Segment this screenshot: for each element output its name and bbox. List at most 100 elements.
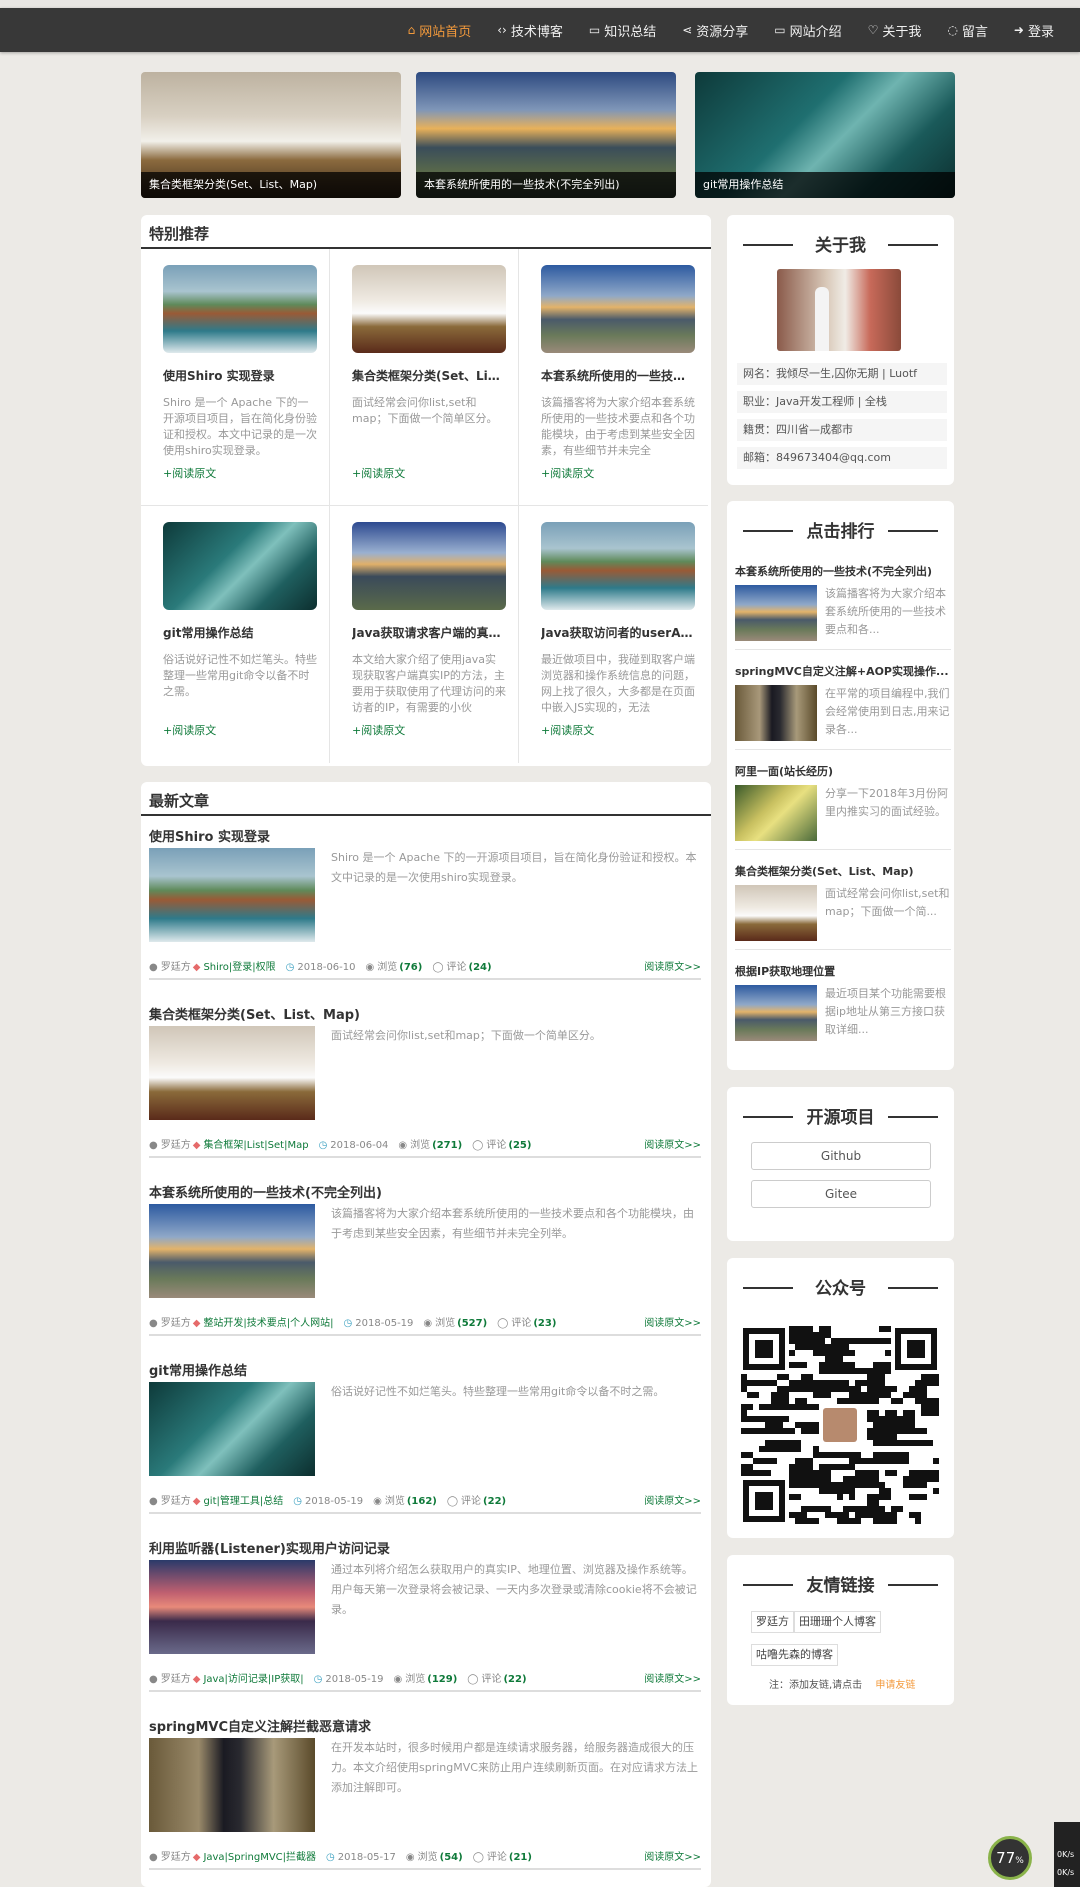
about-card: 关于我 网名：我倾尽一生,囚你无期 | Luotf 职业：Java开发工程师 | … xyxy=(727,215,954,485)
article-thumbnail[interactable] xyxy=(149,848,315,942)
date-icon: ◷ xyxy=(343,1318,353,1329)
recommend-title[interactable]: git常用操作总结 xyxy=(163,624,317,641)
read-more-link[interactable]: +阅读原文 xyxy=(163,465,216,481)
read-more-link[interactable]: +阅读原文 xyxy=(352,722,405,738)
date-icon: ◷ xyxy=(293,1496,302,1507)
nav-item[interactable]: ‹› 技术博客 xyxy=(497,21,563,40)
views-icon: ◉ xyxy=(373,1496,382,1507)
section-divider xyxy=(141,814,711,816)
recommend-thumbnail[interactable] xyxy=(352,265,506,353)
apply-link[interactable]: 申请友链 xyxy=(875,1680,915,1691)
recommend-title[interactable]: 集合类框架分类(Set、List... xyxy=(352,367,506,384)
article-title[interactable]: springMVC自定义注解拦截恶意请求 xyxy=(149,1716,371,1735)
article-tags[interactable]: 集合框架|List|Set|Map xyxy=(203,1140,308,1151)
article-title[interactable]: 使用Shiro 实现登录 xyxy=(149,826,270,845)
article-date: 2018-06-10 xyxy=(297,962,356,973)
article-tags[interactable]: Java|访问记录|IP获取| xyxy=(203,1674,303,1685)
ranking-title[interactable]: springMVC自定义注解+AOP实现操作... xyxy=(735,663,950,679)
recommend-item[interactable]: Java获取请求客户端的真实I... 本文给大家介绍了使用java实现获取客户端真… xyxy=(330,506,519,763)
article-thumbnail[interactable] xyxy=(149,1560,315,1654)
github-button[interactable]: Github xyxy=(751,1142,931,1170)
banner-3[interactable]: git常用操作总结 xyxy=(695,72,955,198)
views-icon: ◉ xyxy=(398,1140,408,1151)
article-title[interactable]: 利用监听器(Listener)实现用户访问记录 xyxy=(149,1538,390,1557)
avatar-figure xyxy=(815,287,829,351)
ranking-title[interactable]: 根据IP获取地理位置 xyxy=(735,963,950,979)
recommend-thumbnail[interactable] xyxy=(541,265,695,353)
recommend-item[interactable]: Java获取访问者的userAge... 最近做项目中，我碰到取客户端浏览器和操作… xyxy=(519,506,708,763)
article-thumbnail[interactable] xyxy=(149,1204,315,1298)
recommend-item[interactable]: 使用Shiro 实现登录 Shiro 是一个 Apache 下的一开源项目项目，旨… xyxy=(141,249,330,506)
article-thumbnail[interactable] xyxy=(149,1738,315,1832)
banner-1[interactable]: 集合类框架分类(Set、List、Map) xyxy=(141,72,401,198)
article-title[interactable]: 集合类框架分类(Set、List、Map) xyxy=(149,1004,360,1023)
recommend-item[interactable]: git常用操作总结 俗话说好记性不如烂笔头。特些整理一些常用git命令以备不时之需… xyxy=(141,506,330,763)
upload-speed: 0K/s xyxy=(1057,1850,1075,1859)
read-more-link[interactable]: 阅读原文>> xyxy=(644,1492,701,1507)
friend-link[interactable]: 田珊珊个人博客 xyxy=(794,1611,881,1633)
recommend-thumbnail[interactable] xyxy=(163,522,317,610)
nav-item[interactable]: ⋖ 资源分享 xyxy=(682,21,748,40)
ranking-thumbnail[interactable] xyxy=(735,785,817,841)
ranking-thumbnail[interactable] xyxy=(735,685,817,741)
ranking-card: 点击排行 本套系统所使用的一些技术(不完全列出) 该篇播客将为大家介绍本套系统所使… xyxy=(727,501,954,1070)
comments-count: (22) xyxy=(503,1674,527,1685)
read-more-link[interactable]: 阅读原文>> xyxy=(644,1314,701,1329)
banner-2[interactable]: 本套系统所使用的一些技术(不完全列出) xyxy=(416,72,676,198)
recommend-title[interactable]: 使用Shiro 实现登录 xyxy=(163,367,317,384)
article-title[interactable]: git常用操作总结 xyxy=(149,1360,247,1379)
gitee-button[interactable]: Gitee xyxy=(751,1180,931,1208)
article-tags[interactable]: git|管理工具|总结 xyxy=(203,1496,283,1507)
article-thumbnail[interactable] xyxy=(149,1026,315,1120)
recommend-title[interactable]: 本套系统所使用的一些技术(... xyxy=(541,367,695,384)
article-tags[interactable]: Java|SpringMVC|拦截器 xyxy=(203,1852,316,1863)
read-more-link[interactable]: 阅读原文>> xyxy=(644,958,701,973)
ranking-title[interactable]: 本套系统所使用的一些技术(不完全列出) xyxy=(735,563,950,579)
read-more-link[interactable]: +阅读原文 xyxy=(163,722,216,738)
recommend-item[interactable]: 本套系统所使用的一些技术(... 该篇播客将为大家介绍本套系统所使用的一些技术要点… xyxy=(519,249,708,506)
speed-badge[interactable]: 77% xyxy=(988,1836,1032,1880)
nav-item[interactable]: ⌂ 网站首页 xyxy=(408,21,472,40)
recommend-title[interactable]: Java获取请求客户端的真实I... xyxy=(352,624,506,641)
read-more-link[interactable]: +阅读原文 xyxy=(541,465,594,481)
recommend-thumbnail[interactable] xyxy=(163,265,317,353)
article-tags[interactable]: Shiro|登录|权限 xyxy=(203,962,275,973)
article-meta: ● 罗廷方 ◆ Java|SpringMVC|拦截器 ◷ 2018-05-17 ◉ 浏览 (54… xyxy=(149,1848,701,1864)
read-more-link[interactable]: 阅读原文>> xyxy=(644,1136,701,1151)
speed-percent: 77 xyxy=(996,1849,1016,1867)
ranking-divider xyxy=(735,749,951,750)
friend-link[interactable]: 咕噜先森的博客 xyxy=(751,1644,838,1666)
author-icon: ● xyxy=(149,1852,158,1863)
ranking-title: 点击排行 xyxy=(727,517,954,542)
article-tags[interactable]: 整站开发|技术要点|个人网站| xyxy=(203,1318,333,1329)
comments-icon: ◯ xyxy=(472,1852,484,1863)
read-more-link[interactable]: 阅读原文>> xyxy=(644,1670,701,1685)
recommend-thumbnail[interactable] xyxy=(541,522,695,610)
date-icon: ◷ xyxy=(285,962,295,973)
friend-link[interactable]: 罗廷方 xyxy=(751,1611,794,1633)
article-summary: 该篇播客将为大家介绍本套系统所使用的一些技术要点和各个功能模块，由于考虑到某些安… xyxy=(331,1207,694,1240)
ranking-thumbnail[interactable] xyxy=(735,985,817,1041)
article-title[interactable]: 本套系统所使用的一些技术(不完全列出) xyxy=(149,1182,382,1201)
nav-item[interactable]: ▭ 知识总结 xyxy=(589,21,656,40)
read-more-link[interactable]: +阅读原文 xyxy=(352,465,405,481)
recommend-item[interactable]: 集合类框架分类(Set、List... 面试经常会问你list,set和map；下… xyxy=(330,249,519,506)
nav-item[interactable]: ♡ 关于我 xyxy=(868,21,922,40)
recommend-desc: Shiro 是一个 Apache 下的一开源项目项目，旨在简化身份验证和授权。本… xyxy=(163,396,317,457)
nav-item[interactable]: ◌ 留言 xyxy=(947,21,988,40)
home-icon: ⌂ xyxy=(407,23,416,37)
recommend-title[interactable]: Java获取访问者的userAge... xyxy=(541,624,695,641)
ranking-thumbnail[interactable] xyxy=(735,585,817,641)
views-count: (76) xyxy=(399,962,423,973)
read-more-link[interactable]: 阅读原文>> xyxy=(644,1848,701,1863)
tag-icon: ◆ xyxy=(192,1318,201,1329)
read-more-link[interactable]: +阅读原文 xyxy=(541,722,594,738)
article-thumbnail[interactable] xyxy=(149,1382,315,1476)
ranking-thumbnail[interactable] xyxy=(735,885,817,941)
ranking-title[interactable]: 阿里一面(站长经历) xyxy=(735,763,950,779)
recommend-thumbnail[interactable] xyxy=(352,522,506,610)
nav-item[interactable]: ▭ 网站介绍 xyxy=(774,21,841,40)
nav-item[interactable]: ➜ 登录 xyxy=(1014,21,1054,40)
ranking-title[interactable]: 集合类框架分类(Set、List、Map) xyxy=(735,863,950,879)
share-icon: ⋖ xyxy=(682,23,693,37)
